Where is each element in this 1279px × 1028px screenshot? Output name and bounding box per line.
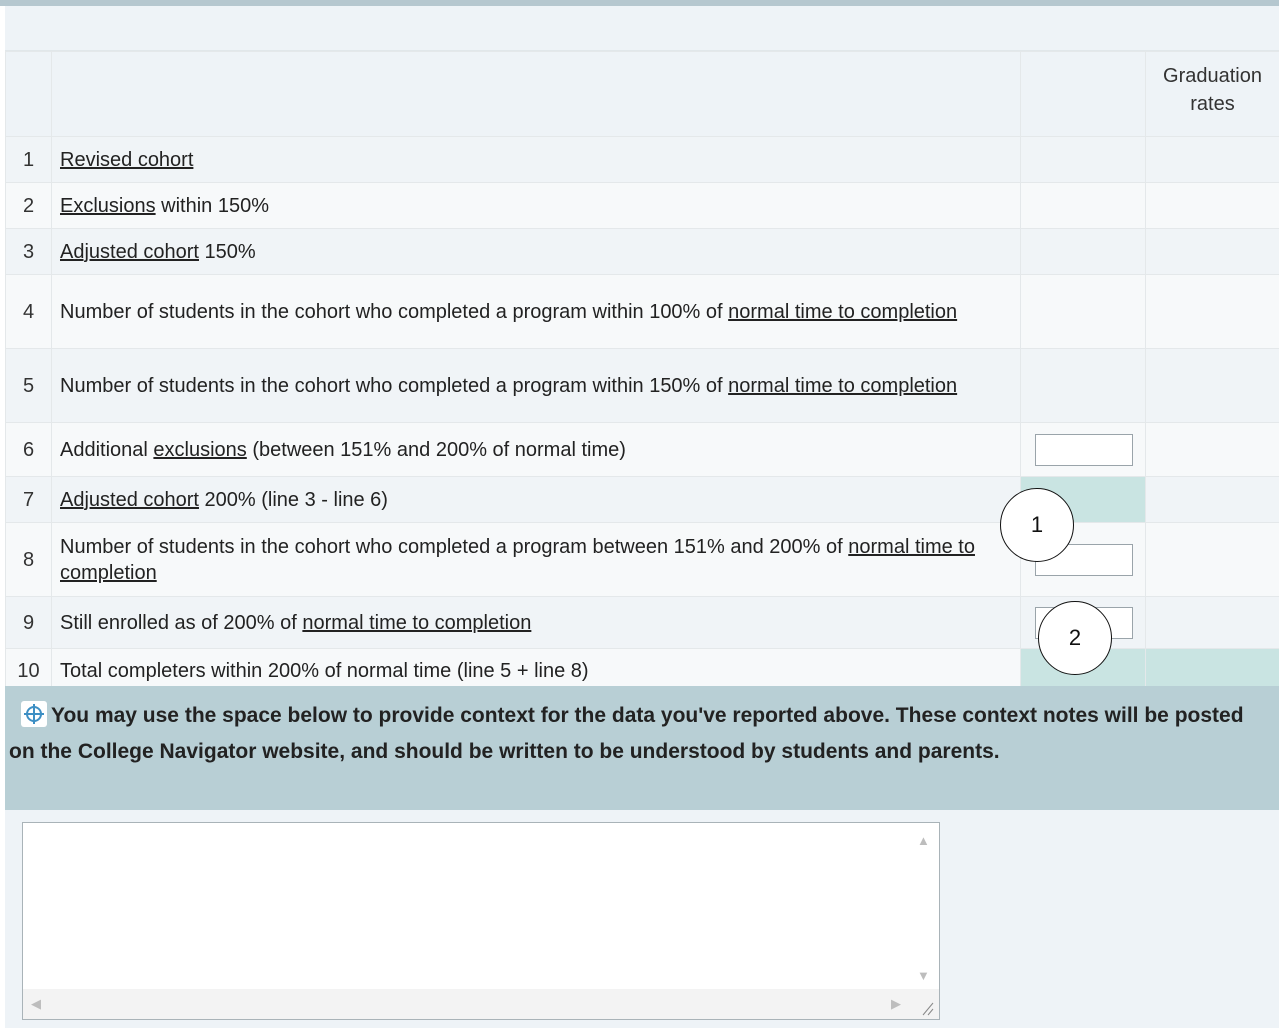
row-text: (between 151% and 200% of normal time) xyxy=(246,438,626,461)
row-rate-cell xyxy=(1145,228,1279,275)
definition-link[interactable]: normal time to completion xyxy=(728,301,957,323)
scroll-right-icon[interactable]: ▶ xyxy=(891,996,901,1012)
definition-link[interactable]: Exclusions xyxy=(60,195,156,217)
table-header-row: Graduation rates xyxy=(5,51,1279,137)
table-row: 2 Exclusions within 150% xyxy=(5,182,1279,229)
callout-1: 1 xyxy=(1000,488,1074,562)
table-row: 6 Additional exclusions (between 151% an… xyxy=(5,422,1279,477)
row-text: 150% xyxy=(198,240,256,263)
scroll-left-icon[interactable]: ◀ xyxy=(31,996,41,1012)
row-label: Additional exclusions (between 151% and … xyxy=(51,422,1021,477)
table-row: 5 Number of students in the cohort who c… xyxy=(5,348,1279,423)
graduation-rates-table: Graduation rates 1 Revised cohort 2 Excl… xyxy=(5,51,1279,694)
row-text: within 150% xyxy=(155,194,270,217)
row-number: 3 xyxy=(5,228,52,275)
blank-header-row xyxy=(5,6,1279,51)
context-notes-textarea[interactable]: ▲ ▼ ◀ ▶ xyxy=(22,822,940,1020)
context-note-banner: You may use the space below to provide c… xyxy=(5,686,1279,810)
row-text: Number of students in the cohort who com… xyxy=(60,535,849,558)
row-label: Number of students in the cohort who com… xyxy=(51,522,1021,597)
row-number: 2 xyxy=(5,182,52,229)
header-num-cell xyxy=(5,51,52,137)
row-rate-cell xyxy=(1145,596,1279,649)
row-label: Exclusions within 150% xyxy=(51,182,1021,229)
row-input-cell xyxy=(1020,348,1146,423)
callout-2: 2 xyxy=(1038,601,1112,675)
row-input-cell xyxy=(1020,182,1146,229)
row-label: Number of students in the cohort who com… xyxy=(51,348,1021,423)
graduation-rates-header: Graduation rates xyxy=(1145,51,1279,137)
row-rate-cell xyxy=(1145,476,1279,523)
definition-link[interactable]: exclusions xyxy=(153,439,246,461)
target-icon xyxy=(21,701,47,727)
row-input-cell xyxy=(1020,228,1146,275)
table-row: 4 Number of students in the cohort who c… xyxy=(5,274,1279,349)
line6-input[interactable] xyxy=(1035,433,1133,466)
row-number: 6 xyxy=(5,422,52,477)
row-label: Number of students in the cohort who com… xyxy=(51,274,1021,349)
row-number: 9 xyxy=(5,596,52,649)
row-text: 200% (line 3 - line 6) xyxy=(198,488,388,511)
row-rate-cell xyxy=(1145,182,1279,229)
scroll-up-icon[interactable]: ▲ xyxy=(917,833,930,848)
table-row: 8 Number of students in the cohort who c… xyxy=(5,522,1279,597)
row-label: Still enrolled as of 200% of normal time… xyxy=(51,596,1021,649)
definition-link[interactable]: Revised cohort xyxy=(60,149,193,171)
table-row: 3 Adjusted cohort 150% xyxy=(5,228,1279,275)
row-number: 4 xyxy=(5,274,52,349)
row-number: 5 xyxy=(5,348,52,423)
row-input-cell xyxy=(1020,274,1146,349)
row-label: Adjusted cohort 150% xyxy=(51,228,1021,275)
row-rate-cell xyxy=(1145,136,1279,183)
row-label: Adjusted cohort 200% (line 3 - line 6) xyxy=(51,476,1021,523)
row-rate-cell xyxy=(1145,348,1279,423)
row-input-cell xyxy=(1020,422,1146,477)
definition-link[interactable]: Adjusted cohort xyxy=(60,489,199,511)
row-text: Total completers within 200% of normal t… xyxy=(60,660,589,682)
scroll-down-icon[interactable]: ▼ xyxy=(917,968,930,983)
row-text: Number of students in the cohort who com… xyxy=(60,374,729,397)
context-note-text: You may use the space below to provide c… xyxy=(9,704,1244,763)
resize-grip-icon xyxy=(922,1002,934,1016)
resize-handle[interactable] xyxy=(907,989,939,1019)
definition-link[interactable]: Adjusted cohort xyxy=(60,241,199,263)
header-input-cell xyxy=(1020,51,1146,137)
row-text: Additional xyxy=(60,438,154,461)
row-text: Still enrolled as of 200% of xyxy=(60,611,303,634)
row-rate-cell xyxy=(1145,422,1279,477)
definition-link[interactable]: normal time to completion xyxy=(728,375,957,397)
row-rate-cell xyxy=(1145,522,1279,597)
definition-link[interactable]: normal time to completion xyxy=(302,612,531,634)
row-number: 1 xyxy=(5,136,52,183)
row-label: Revised cohort xyxy=(51,136,1021,183)
vertical-scrollbar[interactable]: ▲ ▼ xyxy=(907,823,939,989)
header-desc-cell xyxy=(51,51,1021,137)
row-number: 8 xyxy=(5,522,52,597)
row-text: Number of students in the cohort who com… xyxy=(60,300,729,323)
row-rate-cell xyxy=(1145,274,1279,349)
table-row: 7 Adjusted cohort 200% (line 3 - line 6) xyxy=(5,476,1279,523)
row-number: 7 xyxy=(5,476,52,523)
horizontal-scrollbar[interactable]: ◀ ▶ xyxy=(23,989,907,1019)
row-input-cell xyxy=(1020,136,1146,183)
table-row: 1 Revised cohort xyxy=(5,136,1279,183)
